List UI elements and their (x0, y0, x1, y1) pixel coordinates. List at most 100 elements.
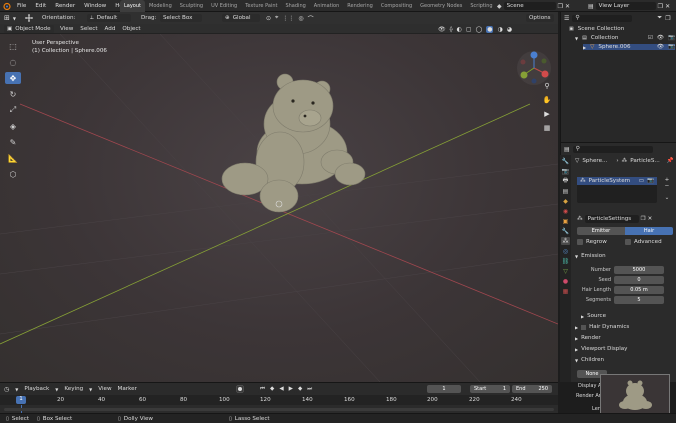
children-panel[interactable]: ▼ Children (575, 357, 604, 363)
display-icon[interactable]: ▭ (639, 178, 644, 184)
duplicate-icon[interactable]: ❐ (641, 216, 646, 222)
close-scene-icon[interactable]: ✕ (565, 3, 570, 10)
keying-menu[interactable]: Keying (64, 386, 83, 392)
texture-tab-icon[interactable]: ▦ (561, 287, 570, 295)
jump-end-icon[interactable]: ⏭ (305, 385, 315, 393)
tab-uv-editing[interactable]: UV Editing (207, 0, 241, 12)
material-tab-icon[interactable]: ● (561, 277, 570, 285)
record-icon[interactable] (236, 385, 244, 393)
falloff-icon[interactable]: ⌒ (308, 14, 314, 23)
start-frame-field[interactable]: Start 1 (470, 385, 510, 393)
modifier-tab-icon[interactable]: 🔧 (561, 227, 570, 235)
orientation-dropdown[interactable]: ⟂ Default (87, 14, 131, 22)
select-cursor-icon[interactable]: ⬚ (5, 40, 21, 52)
menu-render[interactable]: Render (55, 3, 75, 9)
output-tab-icon[interactable]: 🖶 (561, 177, 570, 185)
zoom-icon[interactable]: ⚲ (542, 81, 552, 91)
view-layer-selector[interactable]: ▤ View Layer ❐ ✕ (588, 2, 670, 10)
checkbox-icon[interactable]: ☑ (648, 35, 653, 41)
scene-field[interactable]: Scene (503, 2, 556, 10)
render-icon[interactable]: 📷 (647, 178, 654, 184)
timeline-view-menu[interactable]: View (98, 386, 111, 392)
particle-settings-name[interactable]: ParticleSettings (584, 215, 639, 223)
menu-window[interactable]: Window (84, 3, 106, 9)
playback-menu[interactable]: Playback (24, 386, 49, 392)
tab-modeling[interactable]: Modeling (145, 0, 176, 12)
hair-dynamics-checkbox[interactable] (581, 324, 587, 330)
particle-settings-selector[interactable]: ⁂ ParticleSettings ❐ ✕ (577, 215, 675, 223)
properties-search[interactable]: ⚲ (572, 145, 653, 153)
close-layer-icon[interactable]: ✕ (665, 3, 670, 10)
overlay-icon[interactable]: ◐ (457, 26, 462, 33)
view-layer-tab-icon[interactable]: ▤ (561, 187, 570, 195)
marker-menu[interactable]: Marker (118, 386, 137, 392)
pivot-icon[interactable]: ⊙ (266, 15, 271, 22)
play-reverse-icon[interactable]: ◀ (277, 385, 286, 393)
snap-settings-icon[interactable]: ⋮⋮ (282, 15, 294, 22)
scale-tool-icon[interactable]: ⤢ (5, 104, 21, 116)
annotate-tool-icon[interactable]: ✎ (5, 136, 21, 148)
collection-expand-icon[interactable]: ▼ (575, 36, 578, 41)
tab-geometry-nodes[interactable]: Geometry Nodes (416, 0, 466, 12)
tab-layout[interactable]: Layout (120, 0, 145, 12)
hair-dynamics-panel[interactable]: ▶ Hair Dynamics (575, 324, 629, 330)
advanced-checkbox[interactable]: Advanced (625, 239, 662, 245)
transform-tool-icon-2[interactable]: ◈ (5, 120, 21, 132)
cursor-tool-icon[interactable]: ◌ (5, 56, 21, 68)
solid-icon[interactable]: ● (486, 25, 494, 33)
tab-rendering[interactable]: Rendering (343, 0, 377, 12)
outliner-item-collection[interactable]: ▼ ▤ Collection ☑ 👁 📷 (575, 35, 675, 41)
viewport-display-panel[interactable]: ▶ Viewport Display (575, 346, 627, 352)
outliner-search[interactable]: ⚲ (572, 14, 633, 22)
view-layer-field[interactable]: View Layer (595, 2, 656, 10)
camera-icon[interactable]: ▶ (542, 109, 552, 119)
add-cube-icon[interactable]: ⬡ (5, 168, 21, 180)
tab-animation[interactable]: Animation (310, 0, 344, 12)
measure-tool-icon[interactable]: 📐 (5, 152, 21, 164)
tab-compositing[interactable]: Compositing (377, 0, 416, 12)
emission-panel-header[interactable]: ▼ Emission (575, 253, 606, 259)
timeline-editor-icon[interactable]: ◷ (4, 386, 9, 393)
seed-input[interactable]: 0 (614, 276, 664, 284)
editor-type-selector[interactable]: ⊞ ▼ (4, 14, 16, 22)
current-frame-field[interactable]: 1 (427, 385, 461, 393)
menu-view[interactable]: View (60, 26, 73, 32)
hair-length-input[interactable]: 0.05 m (614, 286, 664, 294)
data-tab-icon[interactable]: ▽ (561, 267, 570, 275)
outliner-item-sphere[interactable]: ▶ ▽ Sphere.006 👁 📷 (583, 44, 675, 50)
snap-icon[interactable]: ⌖ (275, 14, 278, 22)
number-input[interactable]: 5000 (614, 266, 664, 274)
playhead[interactable]: 1 (16, 396, 26, 404)
xray-icon[interactable]: ▢ (466, 26, 472, 33)
prev-keyframe-icon[interactable]: ◆ (268, 385, 277, 393)
drag-dropdown[interactable]: Select Box (160, 14, 202, 22)
particle-system-item[interactable]: ⁂ ParticleSystem ▭ 📷 (577, 177, 657, 185)
constraints-tab-icon[interactable]: ⛓ (561, 257, 570, 265)
copy-layer-icon[interactable]: ❐ (658, 3, 663, 10)
particle-tab-icon[interactable]: ⁂ (561, 237, 570, 245)
tool-tab-icon[interactable]: 🔧 (561, 157, 570, 165)
camera-render-icon[interactable]: 📷 (668, 35, 675, 41)
outliner-editor-icon[interactable]: ☰ (564, 15, 569, 22)
list-menu-icon[interactable]: ⌄ (662, 195, 672, 201)
properties-editor-icon[interactable]: ▤ (564, 146, 570, 153)
tab-shading[interactable]: Shading (281, 0, 309, 12)
filter-icon[interactable]: ⏷ (657, 14, 662, 22)
world-tab-icon[interactable]: ◉ (561, 207, 570, 215)
emitter-button[interactable]: Emitter (577, 227, 625, 235)
tab-sculpting[interactable]: Sculpting (176, 0, 207, 12)
move-tool-icon[interactable]: ✥ (5, 72, 21, 84)
expand-icon[interactable]: ▶ (583, 45, 586, 50)
pin-icon[interactable]: 📌 (667, 158, 674, 164)
eye-icon[interactable]: 👁 (657, 35, 664, 41)
menu-add[interactable]: Add (105, 26, 116, 32)
wireframe-icon[interactable]: ◯ (476, 26, 483, 33)
jump-start-icon[interactable]: ⏮ (258, 385, 268, 393)
regrow-box[interactable] (577, 239, 583, 245)
camera-render-icon-2[interactable]: 📷 (668, 44, 675, 50)
new-collection-icon[interactable]: ❐ (665, 15, 670, 22)
rendered-icon[interactable]: ◕ (507, 26, 512, 33)
tab-texture-paint[interactable]: Texture Paint (241, 0, 281, 12)
end-frame-field[interactable]: End 250 (512, 385, 552, 393)
object-tab-icon[interactable]: ▣ (561, 217, 570, 225)
